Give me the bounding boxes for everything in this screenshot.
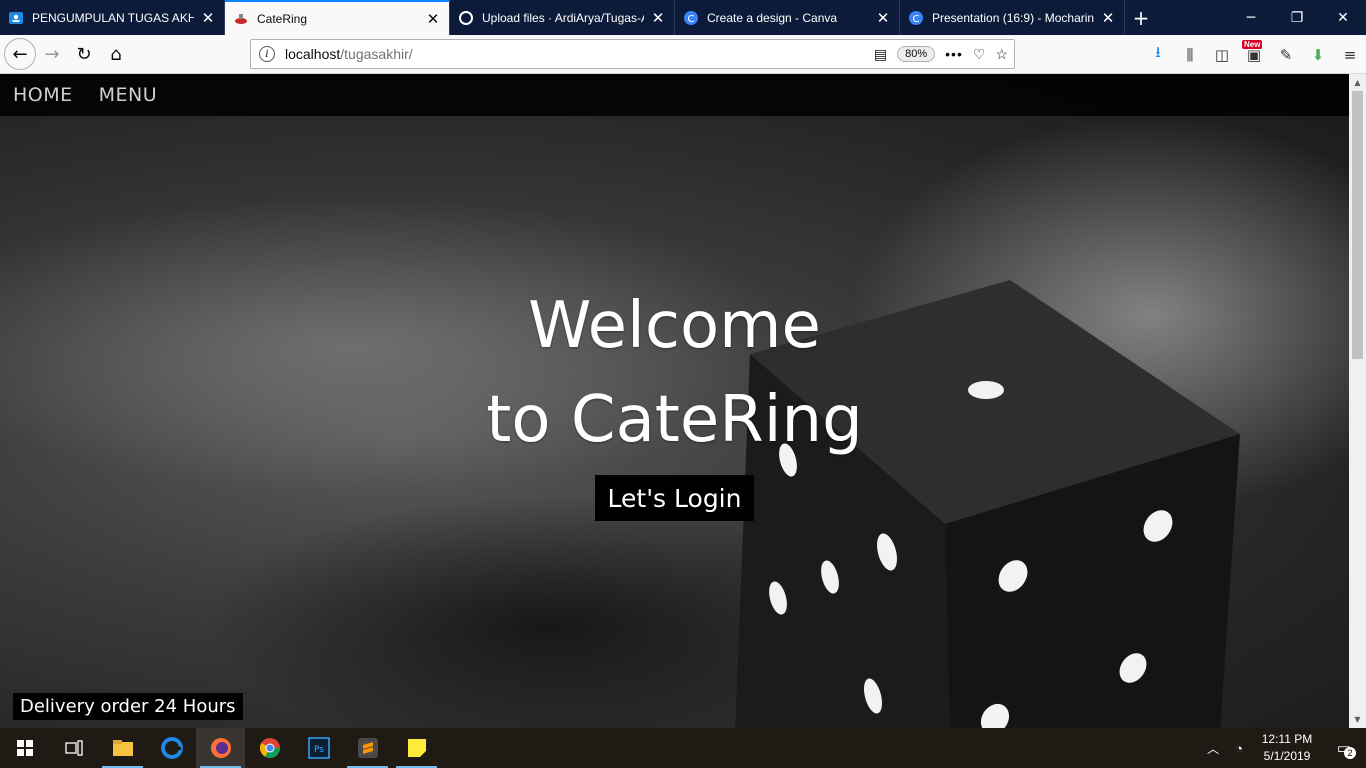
reload-icon: ↻ xyxy=(76,43,92,65)
windows-start-icon[interactable] xyxy=(0,728,49,768)
browser-tab-bar: PENGUMPULAN TUGAS AKHIR ✕ CateRing ✕ Upl… xyxy=(0,0,1366,35)
tab-title: Presentation (16:9) - Mocharint xyxy=(932,10,1094,25)
tab-catering[interactable]: CateRing ✕ xyxy=(225,0,450,35)
sticky-notes-icon[interactable] xyxy=(392,728,441,768)
url-bar[interactable]: i localhost/tugasakhir/ ▤ 80% ••• ♡ ☆ xyxy=(250,39,1015,69)
scroll-down-icon[interactable]: ▼ xyxy=(1349,711,1366,728)
close-icon[interactable]: ✕ xyxy=(650,9,666,27)
page-actions-icon[interactable]: ••• xyxy=(945,46,963,62)
tab-title: Upload files · ArdiArya/Tugas-A xyxy=(482,10,644,25)
hero-title-line2: to CateRing xyxy=(486,383,863,457)
extension-new-icon[interactable]: ▣ New xyxy=(1238,39,1270,71)
system-tray: ︿ ◔ 12:11 PM 5/1/2019 ▭ 2 xyxy=(1200,728,1366,768)
windows-taskbar: Ps ︿ ◔ 12:11 PM 5/1/2019 ▭ 2 xyxy=(0,728,1366,768)
chevron-up-icon[interactable]: ︿ xyxy=(1200,740,1226,757)
login-button[interactable]: Let's Login xyxy=(594,475,755,521)
sublime-icon[interactable] xyxy=(343,728,392,768)
delivery-badge: Delivery order 24 Hours xyxy=(13,693,243,720)
hamburger-menu-icon[interactable]: ≡ xyxy=(1334,39,1366,71)
wifi-icon[interactable]: ◔ xyxy=(1226,741,1252,756)
arrow-left-icon: ← xyxy=(12,43,28,65)
clock-date: 5/1/2019 xyxy=(1263,749,1311,763)
home-icon: ⌂ xyxy=(110,43,122,65)
close-window-icon[interactable]: ✕ xyxy=(1320,0,1366,35)
tab-canva[interactable]: C Create a design - Canva ✕ xyxy=(675,0,900,35)
tab-github[interactable]: Upload files · ArdiArya/Tugas-A ✕ xyxy=(450,0,675,35)
hero-title-line1: Welcome xyxy=(528,289,821,363)
download-icon[interactable]: ⭳ xyxy=(1142,39,1174,71)
toolbar-icons: ⭳ ⫼ ◫ ▣ New ✎ ⬇ ≡ xyxy=(1142,35,1366,74)
nav-home-link[interactable]: HOME xyxy=(13,84,73,106)
chrome-icon[interactable] xyxy=(245,728,294,768)
minimize-icon[interactable]: ─ xyxy=(1228,0,1274,35)
nav-menu-link[interactable]: MENU xyxy=(99,84,158,106)
svg-text:C: C xyxy=(688,14,695,25)
catering-icon xyxy=(233,11,249,27)
close-icon[interactable]: ✕ xyxy=(200,9,216,27)
page-scrollbar[interactable]: ▲ ▼ xyxy=(1349,74,1366,728)
tab-title: CateRing xyxy=(257,11,308,26)
close-icon[interactable]: ✕ xyxy=(1100,9,1116,27)
svg-text:Ps: Ps xyxy=(314,745,324,755)
sidebar-icon[interactable]: ◫ xyxy=(1206,39,1238,71)
tab-title: Create a design - Canva xyxy=(707,10,838,25)
svg-text:C: C xyxy=(913,14,920,25)
edge-icon[interactable] xyxy=(147,728,196,768)
home-button[interactable]: ⌂ xyxy=(100,38,132,70)
zoom-level[interactable]: 80% xyxy=(897,46,936,62)
github-icon xyxy=(458,10,474,26)
library-icon[interactable]: ⫼ xyxy=(1174,39,1206,71)
bookmark-star-icon[interactable]: ☆ xyxy=(995,46,1008,63)
new-badge: New xyxy=(1242,39,1263,49)
hero-section: Welcome to CateRing Let's Login xyxy=(0,279,1349,521)
window-controls: ─ ❐ ✕ xyxy=(1228,0,1366,35)
url-host: localhost xyxy=(285,46,341,62)
page-viewport: HOME MENU Welcome to CateRing Let's Logi… xyxy=(0,74,1349,728)
site-navbar: HOME MENU xyxy=(0,74,1349,116)
restore-icon[interactable]: ❐ xyxy=(1274,0,1320,35)
close-icon[interactable]: ✕ xyxy=(425,10,441,28)
info-icon[interactable]: i xyxy=(259,46,275,62)
notification-count: 2 xyxy=(1344,747,1356,759)
navigation-toolbar: ← → ↻ ⌂ i localhost/tugasakhir/ ▤ 80% ••… xyxy=(0,35,1366,74)
forward-button[interactable]: → xyxy=(36,38,68,70)
canva-icon: C xyxy=(908,10,924,26)
clock[interactable]: 12:11 PM 5/1/2019 xyxy=(1252,731,1322,765)
reload-button[interactable]: ↻ xyxy=(68,38,100,70)
clock-time: 12:11 PM xyxy=(1261,732,1313,746)
task-view-icon[interactable] xyxy=(49,728,98,768)
tab-pengumpulan[interactable]: PENGUMPULAN TUGAS AKHIR ✕ xyxy=(0,0,225,35)
eyedropper-icon[interactable]: ✎ xyxy=(1270,39,1302,71)
url-path: /tugasakhir/ xyxy=(340,46,413,62)
back-button[interactable]: ← xyxy=(4,38,36,70)
pocket-icon[interactable]: ♡ xyxy=(973,46,986,63)
classroom-icon xyxy=(8,10,24,26)
tab-title: PENGUMPULAN TUGAS AKHIR xyxy=(32,10,194,25)
new-tab-button[interactable]: + xyxy=(1125,0,1157,35)
canva-icon: C xyxy=(683,10,699,26)
firefox-icon[interactable] xyxy=(196,728,245,768)
arrow-right-icon: → xyxy=(44,43,60,65)
reader-view-icon[interactable]: ▤ xyxy=(874,46,887,63)
download-helper-icon[interactable]: ⬇ xyxy=(1302,39,1334,71)
photoshop-icon[interactable]: Ps xyxy=(294,728,343,768)
tab-presentation[interactable]: C Presentation (16:9) - Mocharint ✕ xyxy=(900,0,1125,35)
scroll-thumb[interactable] xyxy=(1352,91,1363,359)
file-explorer-icon[interactable] xyxy=(98,728,147,768)
scroll-up-icon[interactable]: ▲ xyxy=(1349,74,1366,91)
notification-icon[interactable]: ▭ 2 xyxy=(1322,739,1366,759)
close-icon[interactable]: ✕ xyxy=(875,9,891,27)
